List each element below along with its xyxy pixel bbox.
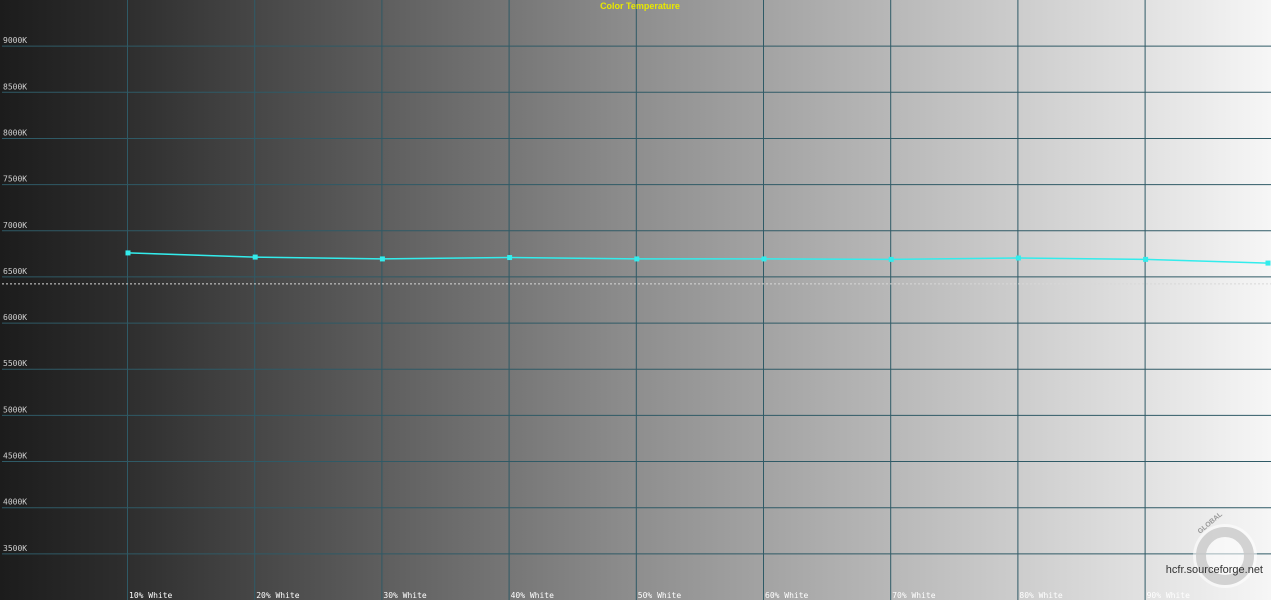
chart-svg: 3500K 4000K 4500K 5000K 5500K 6000K 6500K 7000K… [0,0,1271,600]
data-point [1015,255,1021,261]
data-point [1143,256,1149,262]
data-point [888,256,894,262]
data-point [379,256,385,262]
x-tick-label: 60% White [765,591,809,600]
y-tick-label: 9000K [3,36,27,45]
y-tick-label: 6000K [3,313,27,322]
y-tick-label: 7500K [3,175,27,184]
x-tick-label: 50% White [638,591,682,600]
watermark-text: hcfr.sourceforge.net [1166,564,1263,576]
color-temperature-chart: 3500K 4000K 4500K 5000K 5500K 6000K 6500K 7000K… [0,0,1271,600]
data-point [1265,260,1271,266]
y-tick-label: 7000K [3,221,27,230]
y-tick-label: 4500K [3,452,27,461]
x-tick-label: 20% White [256,591,300,600]
x-tick-label: 30% White [383,591,427,600]
y-tick-label: 4000K [3,498,27,507]
y-tick-label: 3500K [3,544,27,553]
y-tick-label: 8500K [3,82,27,91]
data-point [252,254,258,260]
y-tick-label: 5000K [3,405,27,414]
y-tick-label: 5500K [3,359,27,368]
x-tick-label: 70% White [892,591,936,600]
chart-title: Color Temperature [600,1,680,11]
x-tick-label: 80% White [1019,591,1063,600]
x-tick-label: 10% White [129,591,173,600]
data-point [761,256,767,262]
data-point [125,250,131,256]
x-tick-label: 40% White [511,591,555,600]
chart-background [0,0,1271,600]
y-tick-label: 6500K [3,267,27,276]
x-tick-label: 90% White [1147,591,1191,600]
y-tick-label: 8000K [3,128,27,137]
data-point [634,256,640,262]
data-point [507,255,513,261]
